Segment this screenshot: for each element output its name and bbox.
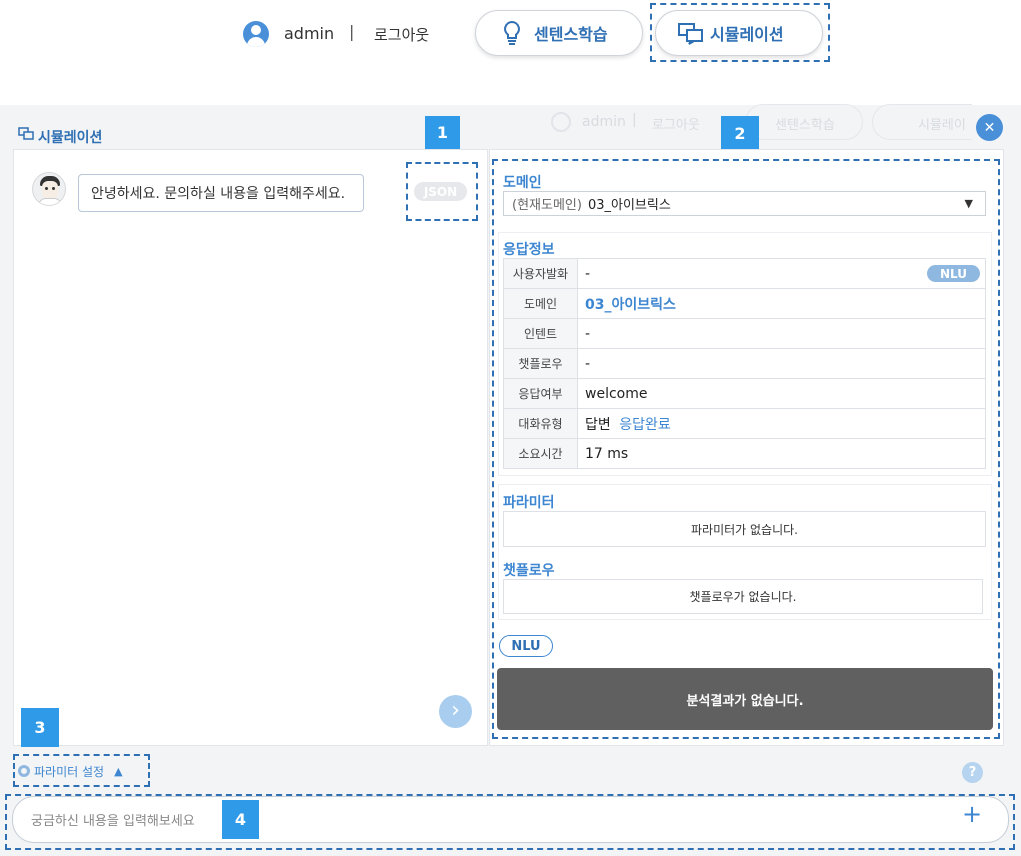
bot-avatar: [32, 172, 66, 206]
plus-icon[interactable]: +: [962, 800, 982, 828]
chatflow-title: 챗플로우: [503, 563, 555, 579]
row-key: 응답여부: [503, 378, 578, 409]
close-icon: ✕: [983, 119, 996, 136]
table-row: 챗플로우 -: [503, 348, 986, 379]
row-value: -: [577, 318, 986, 349]
table-row: 사용자발화 - NLU: [503, 258, 986, 289]
ghost-avatar-icon: [551, 112, 571, 132]
username: admin: [284, 24, 335, 43]
chatflow-empty-box: 챗플로우가 없습니다.: [503, 579, 983, 614]
table-row: 인텐트 -: [503, 318, 986, 349]
row-value: 답변 응답완료: [577, 408, 986, 439]
lightbulb-icon: [504, 20, 520, 45]
table-row: 대화유형 답변 응답완료: [503, 408, 986, 439]
annotation-badge-1: 1: [425, 116, 460, 149]
row-key: 챗플로우: [503, 348, 578, 379]
domain-section-title: 도메인: [503, 175, 542, 191]
row-value-text: -: [585, 265, 591, 282]
nlu-chip[interactable]: NLU: [927, 265, 980, 282]
param-settings-toggle[interactable]: 파라미터 설정 ▲: [18, 761, 148, 781]
row-value-status: 응답완료: [619, 416, 671, 433]
ghost-sentence-learning-label: 센텐스학습: [775, 118, 835, 133]
next-button[interactable]: ›: [439, 695, 472, 728]
simulation-button-label: 시뮬레이션: [710, 25, 784, 44]
chevron-right-icon: ›: [451, 697, 460, 723]
caret-up-icon: ▲: [114, 764, 123, 778]
row-value: welcome: [577, 378, 986, 409]
row-value: -: [577, 348, 986, 379]
row-value: 17 ms: [577, 438, 986, 469]
row-key: 대화유형: [503, 408, 578, 439]
json-button[interactable]: JSON: [414, 182, 467, 201]
dropdown-arrow-icon: ▼: [964, 197, 973, 210]
user-avatar-icon: [243, 21, 269, 47]
param-settings-label: 파라미터 설정: [34, 764, 105, 779]
domain-select-prefix: (현재도메인): [512, 198, 582, 213]
row-value: - NLU: [577, 258, 986, 289]
domain-select[interactable]: (현재도메인) 03_아이브릭스 ▼: [503, 191, 986, 216]
row-key: 도메인: [503, 288, 578, 319]
row-key: 사용자발화: [503, 258, 578, 289]
analysis-result-box: 분석결과가 없습니다.: [497, 668, 993, 730]
simulation-title-icon: [18, 127, 34, 140]
help-icon: ?: [968, 765, 977, 780]
simulation-button[interactable]: 시뮬레이션: [655, 10, 823, 56]
chat-bubbles-icon: [678, 23, 703, 45]
response-table: 사용자발화 - NLU 도메인 03_아이브릭스 인텐트 - 챗플로우 - 응답…: [503, 258, 986, 469]
logout-link[interactable]: 로그아웃: [374, 24, 429, 45]
annotation-badge-3: 3: [21, 708, 59, 747]
table-row: 소요시간 17 ms: [503, 438, 986, 469]
message-input[interactable]: 궁금하신 내용을 입력해보세요: [12, 796, 1009, 843]
ghost-logout: 로그아웃: [652, 118, 700, 133]
simulation-title: 시뮬레이션: [38, 130, 103, 146]
header-separator: |: [349, 22, 355, 41]
message-input-placeholder: 궁금하신 내용을 입력해보세요: [31, 814, 195, 829]
sentence-learning-label: 센텐스학습: [534, 25, 608, 44]
nlu-button[interactable]: NLU: [499, 635, 553, 657]
ghost-simulation-label: 시뮬레이: [918, 118, 966, 133]
table-row: 응답여부 welcome: [503, 378, 986, 409]
row-value: 03_아이브릭스: [577, 288, 986, 319]
annotation-badge-4: 4: [222, 800, 259, 839]
bot-greeting-bubble: 안녕하세요. 문의하실 내용을 입력해주세요.: [78, 174, 364, 212]
domain-select-value: 03_아이브릭스: [587, 198, 671, 213]
parameters-title: 파라미터: [503, 495, 555, 511]
ghost-separator: |: [632, 112, 637, 128]
gear-icon: [18, 765, 30, 777]
annotation-badge-2: 2: [721, 116, 759, 150]
row-key: 인텐트: [503, 318, 578, 349]
row-value-text: 답변: [585, 416, 611, 433]
table-row: 도메인 03_아이브릭스: [503, 288, 986, 319]
ghost-username: admin: [582, 114, 626, 130]
row-key: 소요시간: [503, 438, 578, 469]
sentence-learning-button[interactable]: 센텐스학습: [475, 10, 643, 56]
help-button[interactable]: ?: [962, 762, 983, 783]
response-section-title: 응답정보: [503, 242, 555, 258]
parameters-empty-box: 파라미터가 없습니다.: [503, 511, 986, 547]
close-button[interactable]: ✕: [976, 114, 1003, 141]
chat-panel: [13, 149, 488, 746]
